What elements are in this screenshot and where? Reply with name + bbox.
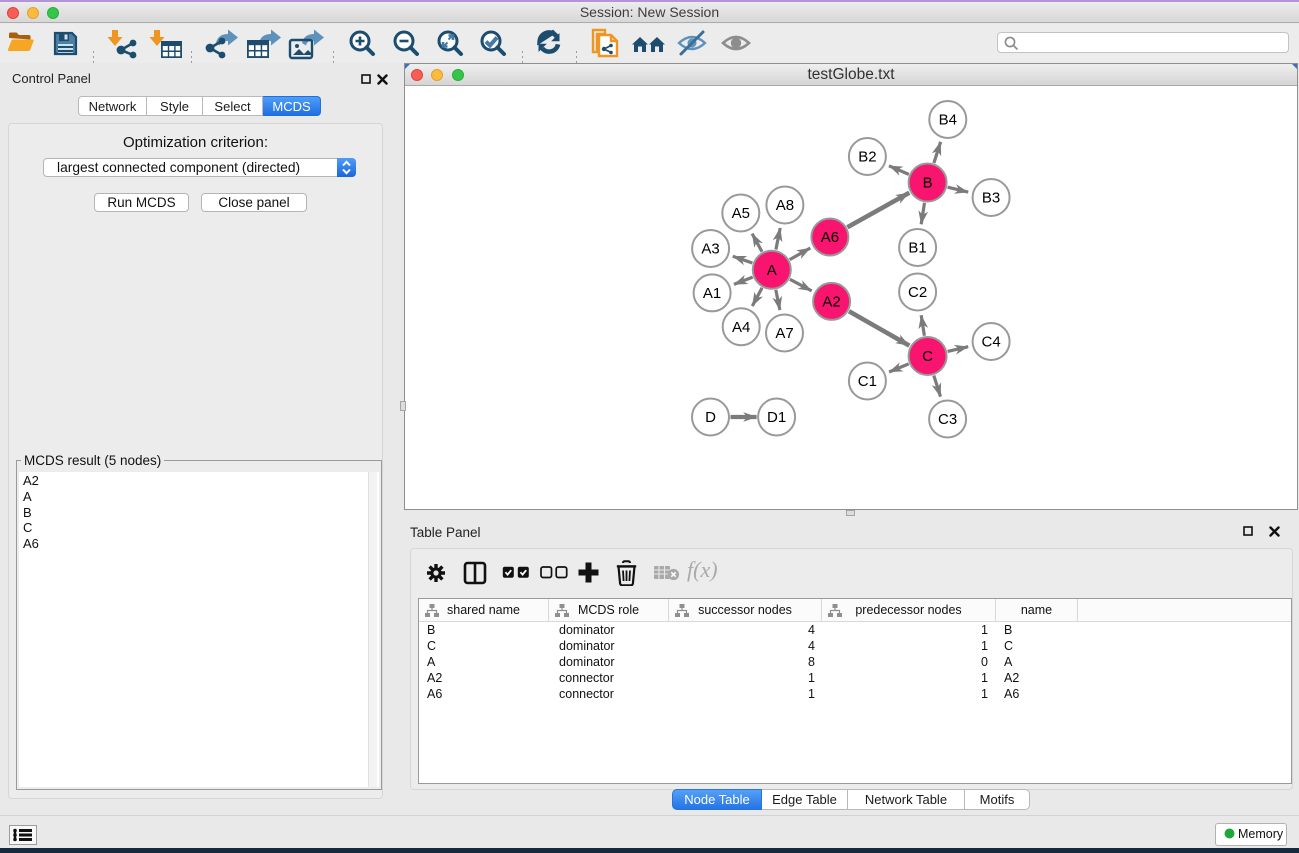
svg-text:A: A <box>767 262 777 279</box>
svg-text:D1: D1 <box>767 409 786 426</box>
svg-text:A4: A4 <box>732 319 750 336</box>
svg-text:C1: C1 <box>858 373 877 390</box>
svg-text:C: C <box>922 348 933 365</box>
svg-text:A2: A2 <box>822 294 840 311</box>
svg-text:B: B <box>923 175 933 192</box>
svg-text:B3: B3 <box>982 190 1000 207</box>
svg-text:C2: C2 <box>908 284 927 301</box>
svg-text:A8: A8 <box>776 197 794 214</box>
svg-text:C4: C4 <box>982 334 1001 351</box>
svg-text:A3: A3 <box>701 241 719 258</box>
svg-text:B4: B4 <box>939 112 957 129</box>
svg-text:A6: A6 <box>821 229 839 246</box>
svg-text:B1: B1 <box>908 240 926 257</box>
svg-text:A1: A1 <box>703 285 721 302</box>
svg-text:A7: A7 <box>775 325 793 342</box>
svg-text:B2: B2 <box>858 149 876 166</box>
svg-text:C3: C3 <box>938 411 957 428</box>
svg-text:D: D <box>705 409 716 426</box>
svg-text:A5: A5 <box>732 205 750 222</box>
